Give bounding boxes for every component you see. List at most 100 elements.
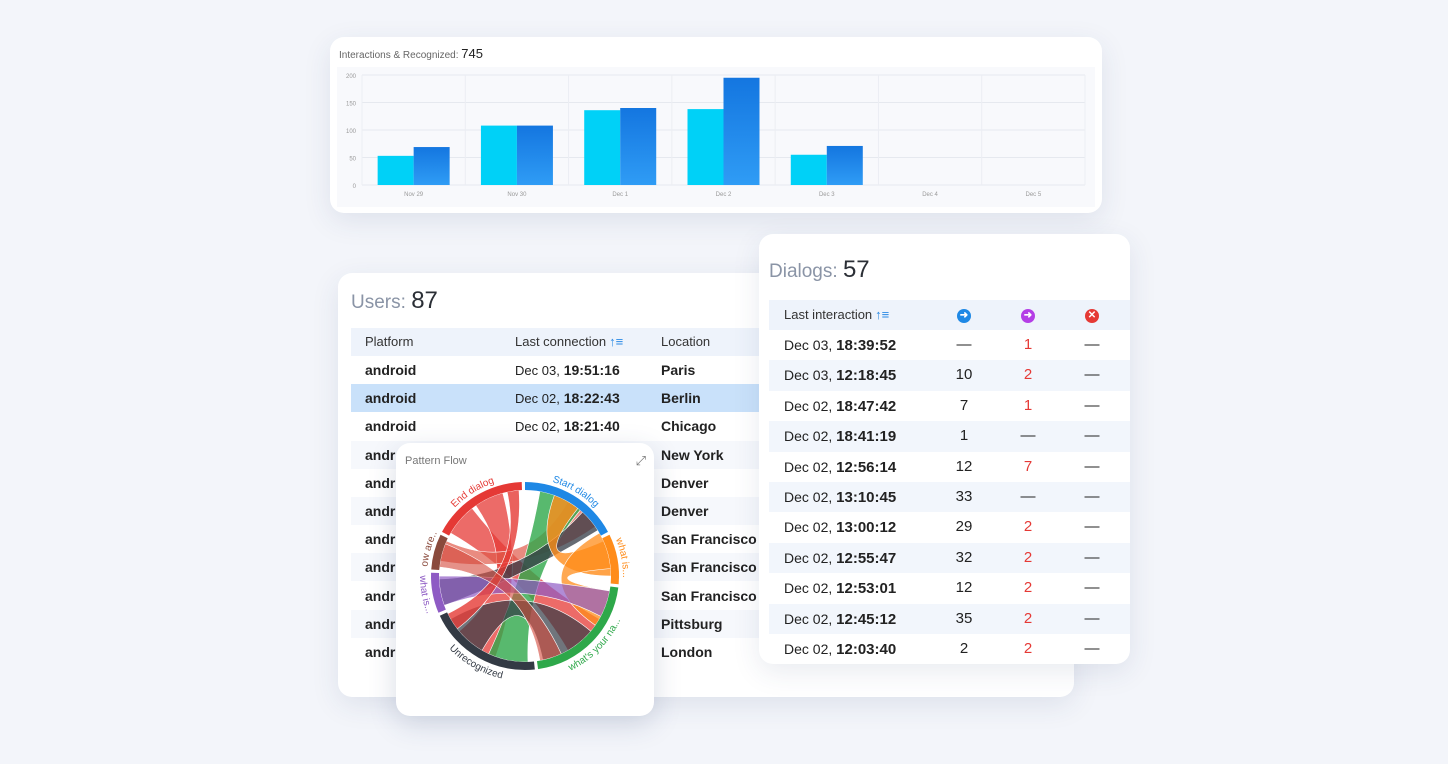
- table-row[interactable]: android Dec 02, 18:21:40 Chicago: [351, 412, 781, 440]
- last-interaction-cell: Dec 02, 12:56:14: [784, 458, 897, 476]
- table-row[interactable]: Dec 02, 12:45:12 35 2 —: [769, 603, 1130, 634]
- platform-cell: android: [365, 362, 417, 378]
- x-tick-label: Dec 2: [716, 192, 732, 198]
- failed-count: —: [1084, 366, 1100, 384]
- table-row[interactable]: Dec 03, 12:18:45 10 2 —: [769, 360, 1130, 391]
- bar-interactions[interactable]: [687, 109, 724, 185]
- failed-count: —: [1084, 640, 1100, 657]
- x-tick-label: Nov 30: [507, 192, 527, 198]
- table-row[interactable]: android Dec 03, 19:51:16 Paris: [351, 356, 781, 384]
- bar-interactions[interactable]: [377, 155, 414, 185]
- failed-count: —: [1084, 548, 1100, 566]
- column-platform[interactable]: Platform: [365, 328, 413, 356]
- bar-interactions[interactable]: [790, 154, 827, 185]
- table-row[interactable]: Dec 02, 18:47:42 7 1 —: [769, 391, 1130, 421]
- x-tick-label: Nov 29: [404, 192, 424, 198]
- bar-recognized[interactable]: [413, 147, 450, 185]
- redirect-count: 2: [1023, 640, 1033, 657]
- pattern-flow-chord-diagram: Start dialogwhat is...what's your na...U…: [396, 469, 631, 681]
- platform-cell: android: [365, 390, 417, 407]
- purple-arrow-circle-icon: ➜: [1021, 308, 1035, 323]
- dialogs-table-header: Last interaction ↑≡ ➜ ➜ ✕: [769, 300, 1130, 330]
- column-last-interaction[interactable]: Last interaction ↑≡: [784, 300, 889, 330]
- redirect-count: 2: [1023, 548, 1033, 566]
- redirect-count: 2: [1023, 366, 1033, 384]
- column-redirect[interactable]: ➜: [1021, 300, 1035, 330]
- pattern-flow-title: Pattern Flow: [405, 455, 467, 467]
- platform-cell: andr: [365, 615, 396, 632]
- bar-interactions[interactable]: [584, 110, 621, 185]
- last-interaction-cell: Dec 03, 12:18:45: [784, 367, 897, 385]
- x-tick-label: Dec 3: [819, 192, 835, 198]
- last-interaction-cell: Dec 02, 18:47:42: [784, 397, 897, 415]
- location-cell: Pittsburg: [661, 615, 723, 632]
- forward-count: 35: [955, 609, 973, 627]
- dialogs-title: Dialogs: 57: [769, 256, 870, 283]
- sort-icon[interactable]: ↑≡: [609, 334, 623, 349]
- redirect-count: 1: [1023, 336, 1033, 353]
- forward-count: 29: [955, 518, 973, 536]
- x-tick-label: Dec 4: [922, 192, 938, 198]
- table-row[interactable]: Dec 03, 18:39:52 — 1 —: [769, 330, 1130, 360]
- last-interaction-cell: Dec 03, 18:39:52: [784, 337, 897, 354]
- expand-icon[interactable]: ⤢: [636, 453, 646, 469]
- interactions-chart-card: Interactions & Recognized: 745 0 50 100 150…: [330, 37, 1102, 213]
- y-tick-label: 200: [346, 74, 357, 80]
- forward-count: 32: [955, 548, 973, 566]
- failed-count: —: [1084, 336, 1100, 353]
- sort-icon[interactable]: ↑≡: [875, 307, 889, 322]
- red-x-circle-icon: ✕: [1085, 308, 1099, 323]
- bar-recognized[interactable]: [620, 108, 657, 185]
- failed-count: —: [1084, 579, 1100, 597]
- bar-interactions[interactable]: [480, 125, 517, 185]
- forward-count: 2: [959, 640, 969, 657]
- table-row[interactable]: Dec 02, 13:10:45 33 — —: [769, 482, 1130, 513]
- table-row[interactable]: Dec 02, 12:53:01 12 2 —: [769, 573, 1130, 603]
- location-cell: San Francisco: [661, 587, 757, 604]
- table-row[interactable]: android Dec 02, 18:22:43 Berlin: [351, 384, 781, 413]
- forward-count: 7: [959, 396, 969, 414]
- location-cell: Berlin: [661, 390, 701, 407]
- chart-title: Interactions & Recognized: 745: [339, 46, 483, 61]
- redirect-count: 7: [1023, 457, 1033, 475]
- dialogs-card: Dialogs: 57 Last interaction ↑≡ ➜ ➜ ✕ Dec…: [759, 234, 1130, 664]
- users-title: Users: 87: [351, 287, 438, 314]
- location-cell: San Francisco: [661, 559, 757, 576]
- table-row[interactable]: Dec 02, 12:55:47 32 2 —: [769, 542, 1130, 574]
- platform-cell: andr: [365, 587, 396, 604]
- bar-recognized[interactable]: [723, 77, 760, 185]
- table-row[interactable]: Dec 02, 12:56:14 12 7 —: [769, 452, 1130, 482]
- bar-recognized[interactable]: [516, 125, 553, 185]
- forward-count: —: [956, 336, 972, 353]
- forward-count: 12: [955, 457, 973, 475]
- y-tick-label: 100: [346, 129, 357, 135]
- last-connection-cell: Dec 02, 18:22:43: [515, 390, 620, 407]
- failed-count: —: [1084, 427, 1100, 445]
- last-interaction-cell: Dec 02, 12:03:40: [784, 641, 897, 658]
- pattern-flow-card: Pattern Flow ⤢ Start dialog what is... wha…: [396, 443, 654, 716]
- location-cell: Paris: [661, 362, 696, 378]
- location-cell: Chicago: [661, 418, 717, 435]
- failed-count: —: [1084, 518, 1100, 536]
- platform-cell: andr: [365, 559, 396, 576]
- failed-count: —: [1084, 609, 1100, 627]
- x-tick-label: Dec 1: [612, 192, 628, 198]
- last-interaction-cell: Dec 02, 18:41:19: [784, 428, 897, 446]
- column-location[interactable]: Location: [661, 328, 710, 356]
- column-failed[interactable]: ✕: [1085, 300, 1099, 330]
- table-row[interactable]: Dec 02, 12:03:40 2 2 —: [769, 634, 1130, 664]
- last-interaction-cell: Dec 02, 12:55:47: [784, 549, 897, 567]
- column-last-connection[interactable]: Last connection ↑≡: [515, 328, 623, 356]
- redirect-count: —: [1020, 427, 1036, 445]
- last-interaction-cell: Dec 02, 12:53:01: [784, 580, 897, 598]
- platform-cell: andr: [365, 446, 396, 463]
- table-row[interactable]: Dec 02, 13:00:12 29 2 —: [769, 512, 1130, 542]
- redirect-count: 1: [1023, 396, 1033, 414]
- table-row[interactable]: Dec 02, 18:41:19 1 — —: [769, 421, 1130, 452]
- last-connection-cell: Dec 02, 18:21:40: [515, 418, 620, 435]
- users-count: 87: [411, 287, 438, 314]
- redirect-count: 2: [1023, 518, 1033, 536]
- redirect-count: —: [1020, 488, 1036, 505]
- column-forward[interactable]: ➜: [957, 300, 971, 330]
- bar-recognized[interactable]: [826, 145, 863, 185]
